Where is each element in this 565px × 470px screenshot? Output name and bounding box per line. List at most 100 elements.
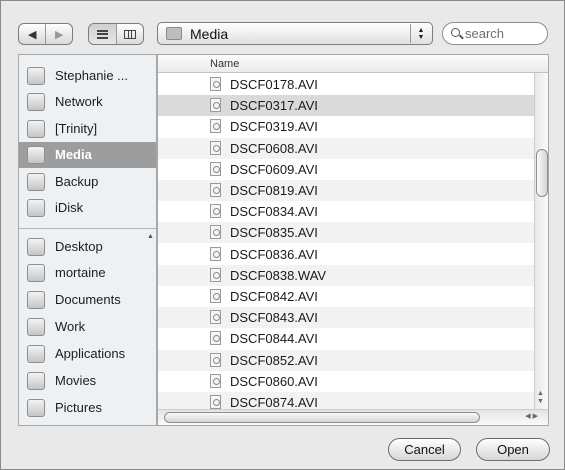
sidebar-item-applications[interactable]: Applications <box>19 341 156 367</box>
sidebar-item-label: Media <box>55 147 92 162</box>
applications-icon <box>27 345 45 363</box>
file-name: DSCF0608.AVI <box>230 140 318 156</box>
sidebar-item-backup[interactable]: Backup <box>19 169 156 195</box>
horizontal-scrollbar[interactable]: ◀ ▶ <box>158 409 548 425</box>
hard-drive-icon <box>27 146 45 164</box>
column-view-icon <box>124 29 136 39</box>
sidebar-item-label: Stephanie ... <box>55 68 128 83</box>
file-row[interactable]: DSCF0838.WAV <box>158 264 534 286</box>
idisk-icon <box>27 199 45 217</box>
forward-arrow-icon[interactable]: ▶ <box>45 24 72 44</box>
horizontal-scroll-thumb[interactable] <box>164 412 480 423</box>
home-icon <box>27 264 45 282</box>
toolbar: ◀ ▶ Media ▲ ▼ <box>1 1 565 51</box>
file-row[interactable]: DSCF0860.AVI <box>158 371 534 392</box>
sidebar-item-label: Movies <box>55 373 97 388</box>
movie-file-icon <box>210 331 221 346</box>
vertical-scroll-thumb[interactable] <box>536 149 548 197</box>
sidebar-item-pictures[interactable]: Pictures <box>19 395 156 421</box>
movie-file-icon <box>210 161 221 176</box>
sidebar-item-network[interactable]: Network <box>19 89 156 115</box>
file-name: DSCF0860.AVI <box>230 373 318 389</box>
file-name: DSCF0319.AVI <box>230 119 318 135</box>
desktop-icon <box>27 238 45 256</box>
file-row[interactable]: DSCF0819.AVI <box>158 180 534 201</box>
movie-file-icon <box>210 373 221 388</box>
file-name: DSCF0317.AVI <box>230 98 318 114</box>
movie-file-icon <box>210 77 221 91</box>
cancel-button[interactable]: Cancel <box>388 438 461 461</box>
movie-file-icon <box>210 352 221 367</box>
search-field[interactable] <box>442 22 548 45</box>
file-name: DSCF0834.AVI <box>230 204 318 220</box>
view-mode-buttons <box>88 23 144 45</box>
list-view-button[interactable] <box>89 24 116 44</box>
sidebar-item-media[interactable]: Media <box>19 142 156 168</box>
open-file-dialog: ◀ ▶ Media ▲▼ Stephanie ... Network [Trinit… <box>0 0 565 470</box>
movie-file-icon <box>210 246 221 261</box>
file-row[interactable]: DSCF0608.AVI <box>158 137 534 159</box>
sidebar-item-stephanie[interactable]: Stephanie ... <box>19 63 156 89</box>
column-view-button[interactable] <box>116 24 143 44</box>
movie-file-icon <box>210 204 221 219</box>
sidebar-item-desktop[interactable]: Desktop <box>19 234 156 260</box>
network-globe-icon <box>27 93 45 111</box>
file-name: DSCF0838.WAV <box>230 267 327 283</box>
list-view-icon <box>97 29 108 39</box>
movie-file-icon <box>210 395 221 409</box>
file-row[interactable]: DSCF0836.AVI <box>158 244 534 265</box>
file-row[interactable]: DSCF0844.AVI <box>158 328 534 349</box>
sidebar-item-label: Pictures <box>55 400 102 415</box>
sidebar-item-label: Applications <box>55 346 126 361</box>
sidebar-item-work[interactable]: Work <box>19 314 156 340</box>
sidebar-item-label: Desktop <box>55 239 103 254</box>
back-arrow-icon[interactable]: ◀ <box>19 24 45 44</box>
sidebar-item-idisk[interactable]: iDisk <box>19 195 156 221</box>
file-name: DSCF0852.AVI <box>230 352 318 368</box>
file-name: DSCF0842.AVI <box>230 289 318 304</box>
search-input[interactable] <box>465 25 543 42</box>
sidebar-item-trinity[interactable]: [Trinity] <box>19 116 156 142</box>
file-row[interactable]: DSCF0852.AVI <box>158 349 534 371</box>
file-row[interactable]: DSCF0317.AVI <box>158 95 534 117</box>
sidebar-item-movies[interactable]: Movies <box>19 368 156 394</box>
sidebar-item-label: Backup <box>55 174 99 189</box>
file-row[interactable]: DSCF0843.AVI <box>158 307 534 329</box>
name-column-header[interactable]: Name <box>158 55 548 73</box>
file-name: DSCF0178.AVI <box>230 77 318 92</box>
file-name: DSCF0843.AVI <box>230 310 318 326</box>
popup-arrows-icon: ▲ ▼ <box>410 24 431 43</box>
search-icon <box>451 28 460 37</box>
folder-icon <box>27 318 45 336</box>
sidebar-item-label: [Trinity] <box>55 121 98 136</box>
movie-file-icon <box>210 225 221 240</box>
scroll-arrows-icon[interactable]: ◀ ▶ <box>525 412 538 420</box>
movie-file-icon <box>210 140 221 155</box>
file-name: DSCF0835.AVI <box>230 225 318 241</box>
open-button[interactable]: Open <box>476 438 550 461</box>
location-popup[interactable]: Media ▲ ▼ <box>157 22 433 45</box>
sidebar-item-documents[interactable]: Documents <box>19 287 156 313</box>
file-row[interactable]: DSCF0609.AVI <box>158 159 534 180</box>
hard-drive-icon <box>27 120 45 138</box>
sidebar-divider <box>19 228 156 229</box>
file-row[interactable]: DSCF0178.AVI <box>158 74 534 95</box>
pictures-icon <box>27 399 45 417</box>
documents-icon <box>27 291 45 309</box>
sidebar-item-mortaine[interactable]: mortaine <box>19 260 156 286</box>
file-row[interactable]: DSCF0842.AVI <box>158 286 534 307</box>
sidebar: Stephanie ... Network [Trinity] Media Backup… <box>18 54 157 426</box>
file-name: DSCF0609.AVI <box>230 161 318 177</box>
sidebar-item-label: iDisk <box>55 200 84 215</box>
sidebar-item-label: Network <box>55 94 103 109</box>
movie-file-icon <box>210 183 221 197</box>
movie-file-icon <box>210 119 221 134</box>
scroll-arrows-icon[interactable]: ▲ ▼ <box>537 390 544 406</box>
file-row[interactable]: DSCF0834.AVI <box>158 201 534 222</box>
file-name: DSCF0874.AVI <box>230 395 318 410</box>
file-row[interactable]: DSCF0319.AVI <box>158 116 534 137</box>
file-row[interactable]: DSCF0835.AVI <box>158 222 534 244</box>
file-name: DSCF0836.AVI <box>230 246 318 262</box>
vertical-scrollbar[interactable]: ▲ ▼ <box>534 73 548 409</box>
location-label: Media <box>190 26 229 42</box>
